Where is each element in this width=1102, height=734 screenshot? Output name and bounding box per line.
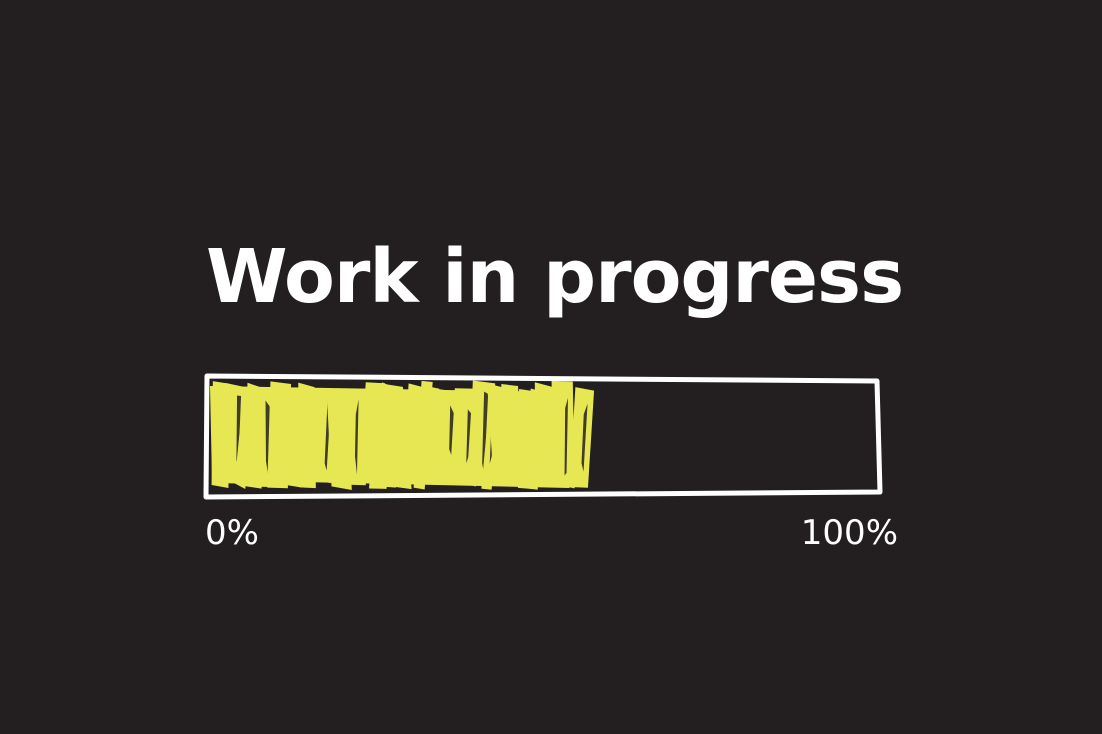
progress-bar xyxy=(196,366,896,506)
progress-bar-drawing xyxy=(203,373,883,500)
work-in-progress-graphic: Work in progress 0% 100% xyxy=(0,0,1102,734)
progress-min-label: 0% xyxy=(205,513,259,553)
progress-max-label: 100% xyxy=(800,513,898,553)
page-title: Work in progress xyxy=(206,234,904,320)
progress-fill-scribble xyxy=(210,380,595,490)
